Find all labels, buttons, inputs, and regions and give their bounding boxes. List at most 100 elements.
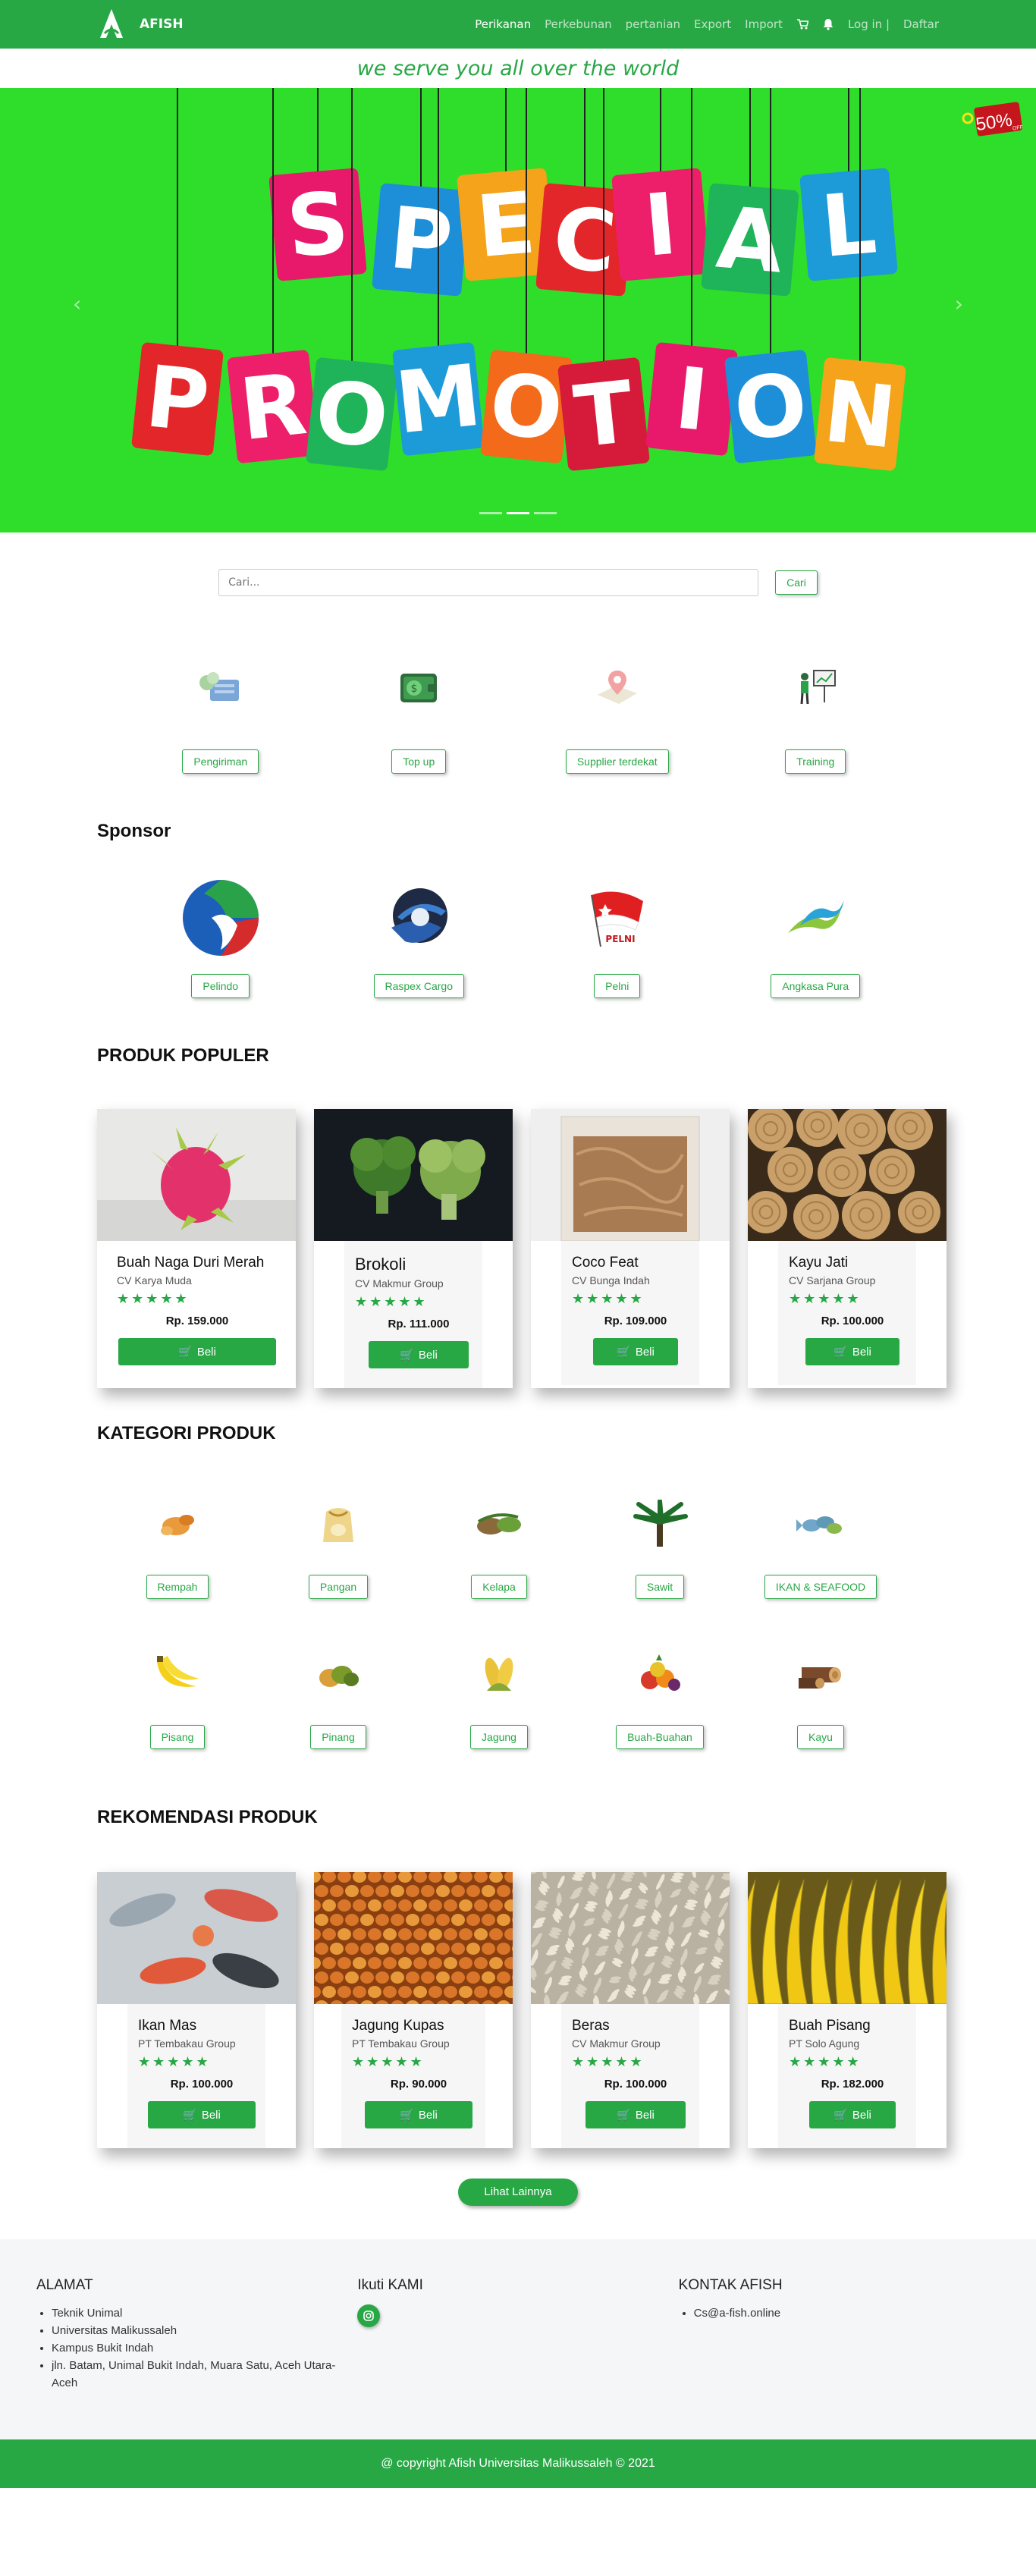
sponsor-button-pelni[interactable]: Pelni	[594, 974, 641, 998]
buy-button[interactable]: 🛒 Beli	[809, 2101, 896, 2128]
wallet-icon: $	[400, 674, 438, 702]
category-button-sawit[interactable]: Sawit	[635, 1575, 685, 1599]
carousel-indicator[interactable]	[507, 512, 529, 514]
rating-stars: ★★★★★	[572, 2054, 645, 2070]
login-link[interactable]: Log in |	[848, 17, 890, 31]
buy-button[interactable]: 🛒 Beli	[593, 1338, 678, 1365]
category-button-pangan[interactable]: Pangan	[308, 1575, 369, 1599]
product-body: Ikan Mas PT Tembakau Group ★★★★★ Rp. 100…	[127, 2004, 265, 2148]
buy-label: Beli	[201, 2108, 221, 2122]
category-button-kayu[interactable]: Kayu	[797, 1725, 844, 1749]
search-input[interactable]	[218, 569, 759, 596]
category-button-pinang[interactable]: Pinang	[310, 1725, 366, 1749]
service-button-pengiriman[interactable]: Pengiriman	[182, 749, 259, 774]
product-card[interactable]: Buah Naga Duri Merah CV Karya Muda ★★★★★…	[97, 1109, 296, 1388]
buy-button[interactable]: 🛒 Beli	[369, 1341, 469, 1368]
product-card[interactable]: Beras CV Makmur Group ★★★★★ Rp. 100.000 …	[531, 1872, 730, 2148]
buy-button[interactable]: 🛒 Beli	[805, 1338, 899, 1365]
product-price: Rp. 100.000	[821, 1315, 884, 1327]
product-card[interactable]: Brokoli CV Makmur Group ★★★★★ Rp. 111.00…	[314, 1109, 513, 1388]
discount-badge-sub: OFF	[1012, 125, 1024, 132]
carousel-indicator[interactable]	[534, 512, 557, 514]
corn-icon	[485, 1657, 513, 1691]
service-button-supplier[interactable]: Supplier terdekat	[565, 749, 669, 774]
product-image-broccoli	[314, 1109, 513, 1241]
instagram-icon[interactable]	[357, 2304, 381, 2327]
category-button-jagung[interactable]: Jagung	[470, 1725, 528, 1749]
training-icon	[800, 670, 837, 705]
product-name: Jagung Kupas	[352, 2018, 444, 2034]
address-list: Teknik Unimal Universitas Malikussaleh K…	[36, 2304, 357, 2392]
cart-icon[interactable]	[796, 18, 808, 30]
nav-pertanian[interactable]: pertanian	[626, 17, 680, 31]
service-button-topup[interactable]: Top up	[391, 749, 447, 774]
nav-export[interactable]: Export	[694, 17, 731, 31]
footer-address-title: ALAMAT	[36, 2277, 93, 2293]
footer-social: Ikuti KAMI	[357, 2277, 678, 2439]
buy-button[interactable]: 🛒 Beli	[148, 2101, 256, 2128]
footer-social-title: Ikuti KAMI	[357, 2277, 423, 2293]
address-line: Kampus Bukit Indah	[52, 2339, 357, 2357]
buy-button[interactable]: 🛒 Beli	[585, 2101, 686, 2128]
sponsor-button-angkasa-pura[interactable]: Angkasa Pura	[771, 974, 861, 998]
category-kelapa: Kelapa	[419, 1490, 579, 1599]
brand[interactable]: AFISH	[97, 8, 184, 41]
sponsor-button-raspex[interactable]: Raspex Cargo	[373, 974, 464, 998]
search-button[interactable]: Cari	[775, 570, 818, 595]
footer-address: ALAMAT Teknik Unimal Universitas Malikus…	[36, 2277, 357, 2439]
banner-letter: O	[485, 355, 567, 460]
nav-perikanan[interactable]: Perikanan	[475, 17, 531, 31]
nav-perkebunan[interactable]: Perkebunan	[545, 17, 612, 31]
service-button-training[interactable]: Training	[785, 749, 846, 774]
nav-links: Perikanan Perkebunan pertanian Export Im…	[475, 17, 939, 31]
see-more-button[interactable]: Lihat Lainnya	[458, 2179, 578, 2206]
contact-email[interactable]: Cs@a-fish.online	[694, 2304, 1000, 2322]
product-card[interactable]: Buah Pisang PT Solo Agung ★★★★★ Rp. 182.…	[748, 1872, 947, 2148]
category-seafood: IKAN & SEAFOOD	[740, 1490, 901, 1599]
category-button-buah[interactable]: Buah-Buahan	[616, 1725, 704, 1749]
banner-letter: L	[818, 174, 880, 277]
buy-button[interactable]: 🛒 Beli	[118, 1338, 276, 1365]
popular-products: Buah Naga Duri Merah CV Karya Muda ★★★★★…	[0, 1109, 1036, 1388]
product-body: Kayu Jati CV Sarjana Group ★★★★★ Rp. 100…	[778, 1241, 916, 1385]
carousel-next-button[interactable]: ›	[955, 291, 963, 316]
brand-name: AFISH	[140, 17, 184, 32]
buy-label: Beli	[418, 2108, 438, 2122]
category-button-pisang[interactable]: Pisang	[149, 1725, 206, 1749]
product-body: Coco Feat CV Bunga Indah ★★★★★ Rp. 109.0…	[561, 1241, 699, 1385]
carousel-prev-button[interactable]: ‹	[73, 291, 81, 316]
pelindo-logo-icon	[182, 880, 259, 956]
banner-letter: P	[385, 189, 456, 293]
product-card[interactable]: Jagung Kupas PT Tembakau Group ★★★★★ Rp.…	[314, 1872, 513, 2148]
carousel-indicator[interactable]	[479, 512, 502, 514]
product-card[interactable]: Coco Feat CV Bunga Indah ★★★★★ Rp. 109.0…	[531, 1109, 730, 1388]
category-pinang: Pinang	[258, 1640, 419, 1749]
sponsor-row: Pelindo Raspex Cargo PELNI Pelni Angkasa…	[0, 878, 1036, 998]
product-body: Buah Pisang PT Solo Agung ★★★★★ Rp. 182.…	[778, 2004, 916, 2148]
product-card[interactable]: Kayu Jati CV Sarjana Group ★★★★★ Rp. 100…	[748, 1109, 947, 1388]
pelni-logo-text: PELNI	[605, 934, 635, 944]
navbar: AFISH Perikanan Perkebunan pertanian Exp…	[0, 0, 1036, 49]
product-card[interactable]: Ikan Mas PT Tembakau Group ★★★★★ Rp. 100…	[97, 1872, 296, 2148]
category-button-rempah[interactable]: Rempah	[146, 1575, 209, 1599]
category-button-kelapa[interactable]: Kelapa	[471, 1575, 527, 1599]
register-link[interactable]: Daftar	[903, 17, 939, 31]
product-seller: CV Makmur Group	[572, 2037, 661, 2050]
banner-letter: O	[730, 355, 812, 460]
recommended-products: Ikan Mas PT Tembakau Group ★★★★★ Rp. 100…	[0, 1872, 1036, 2148]
sponsor-button-pelindo[interactable]: Pelindo	[191, 974, 250, 998]
buy-label: Beli	[418, 1348, 438, 1362]
promo-carousel[interactable]: S P E C I A L P R O M O T I O N 50% OFF ‹ ›	[0, 88, 1036, 532]
categories-title: KATEGORI PRODUK	[97, 1423, 276, 1444]
buy-button[interactable]: 🛒 Beli	[365, 2101, 472, 2128]
rating-stars: ★★★★★	[138, 2054, 211, 2070]
category-button-seafood[interactable]: IKAN & SEAFOOD	[764, 1575, 877, 1599]
product-seller: CV Bunga Indah	[572, 1274, 650, 1286]
rating-stars: ★★★★★	[789, 2054, 862, 2070]
bell-icon[interactable]	[822, 18, 834, 30]
copyright-bar: @ copyright Afish Universitas Malikussal…	[0, 2439, 1036, 2488]
buy-label: Beli	[852, 1345, 871, 1359]
spice-icon	[161, 1515, 194, 1535]
nav-import[interactable]: Import	[745, 17, 783, 31]
cart-icon: 🛒	[617, 2109, 631, 2122]
